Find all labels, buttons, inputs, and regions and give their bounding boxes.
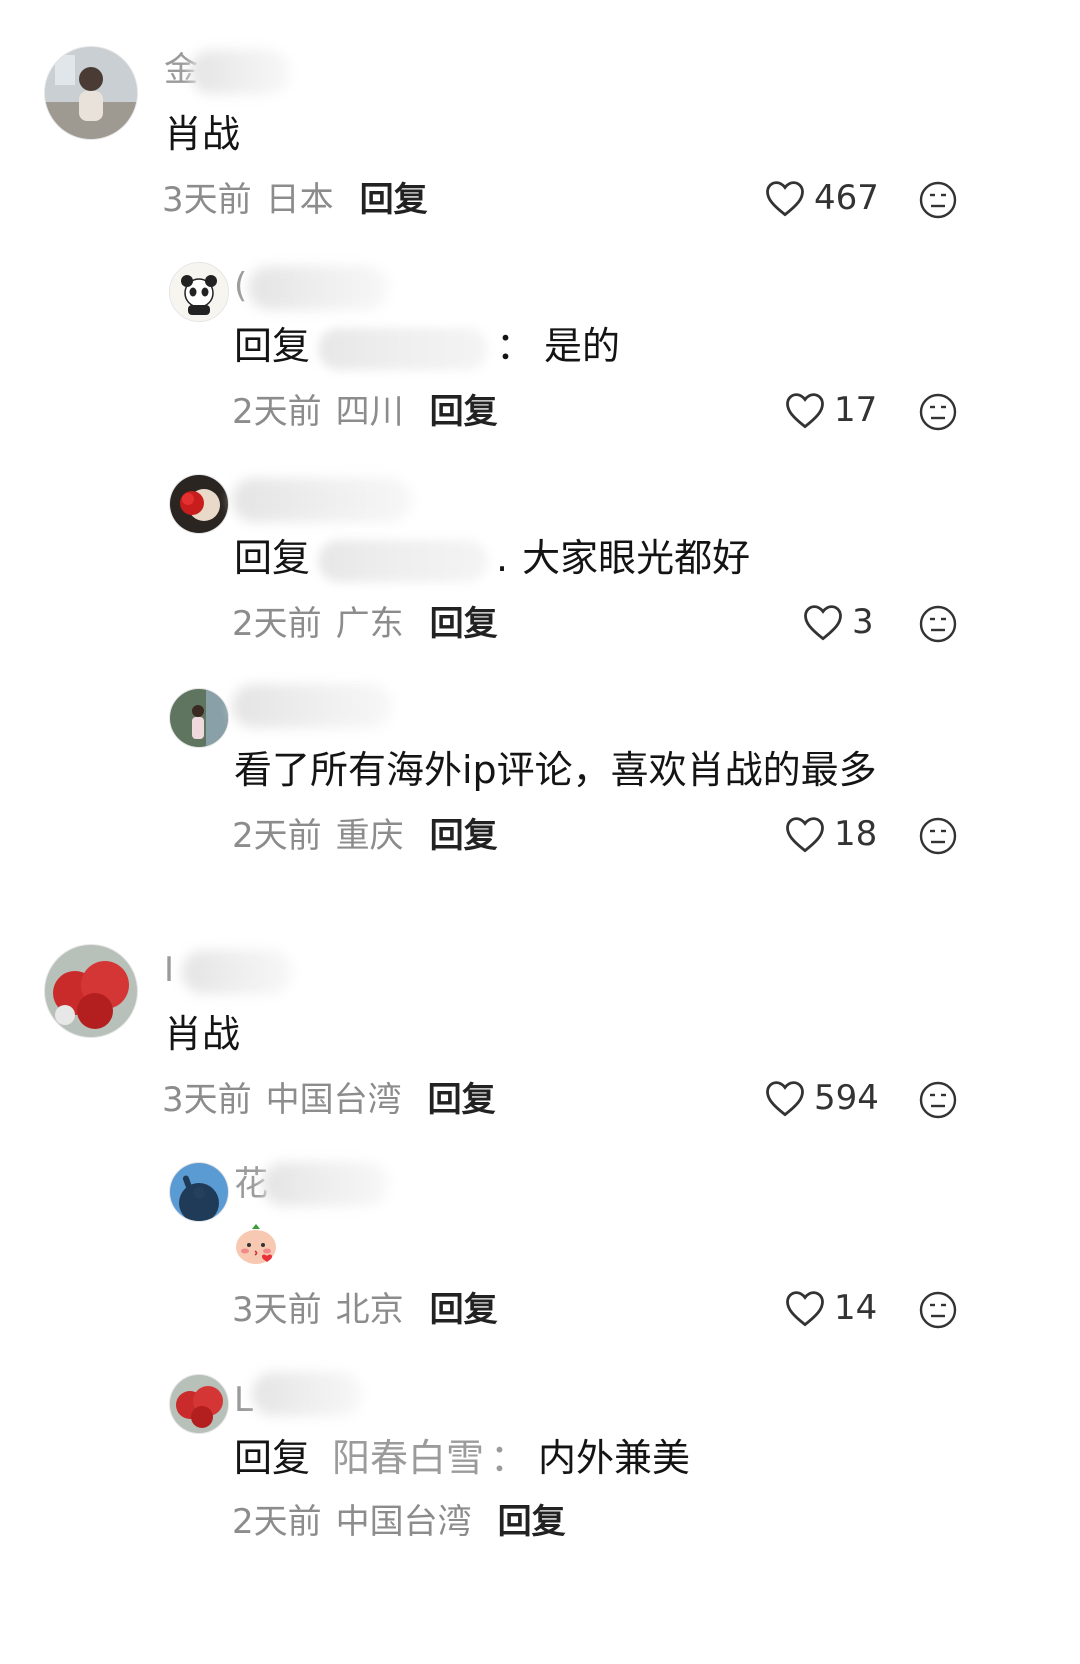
comment-location: 重庆: [335, 816, 404, 856]
comment-time: 2天前: [232, 392, 322, 432]
reply-button[interactable]: 回复: [360, 180, 428, 220]
reply-target-blurred[interactable]: [318, 327, 489, 370]
avatar[interactable]: [169, 1374, 229, 1434]
comment-meta: 2天前 中国台湾 回复: [232, 1500, 566, 1544]
comment-text: 大家眼光都好: [522, 536, 751, 580]
neutral-face-icon[interactable]: [918, 392, 958, 432]
like-button[interactable]: 594: [764, 1078, 879, 1118]
like-button[interactable]: 14: [784, 1288, 877, 1328]
username-initial: (: [234, 266, 248, 306]
comment-location: 中国台湾: [335, 1502, 472, 1542]
reply-button[interactable]: 回复: [430, 816, 498, 856]
neutral-face-icon[interactable]: [918, 1080, 958, 1120]
reply-button[interactable]: 回复: [498, 1502, 566, 1542]
like-count: 594: [814, 1078, 879, 1118]
neutral-face-icon[interactable]: [918, 1290, 958, 1330]
comment-meta: 3天前 北京 回复: [232, 1288, 498, 1332]
comment-text: 是的: [544, 324, 621, 368]
like-button[interactable]: 17: [784, 390, 877, 430]
reply-button[interactable]: 回复: [430, 392, 498, 432]
username-blurred: [262, 1162, 388, 1206]
heart-outline-icon: [766, 181, 804, 217]
neutral-face-icon[interactable]: [918, 180, 958, 220]
username-blurred: [248, 266, 388, 310]
kiss-emoji: [236, 1224, 276, 1264]
comment-time: 3天前: [232, 1290, 322, 1330]
reply-target-blurred[interactable]: [318, 539, 489, 582]
heart-outline-icon: [804, 605, 842, 641]
like-button[interactable]: 18: [784, 814, 877, 854]
username-initial: L: [234, 1380, 253, 1420]
like-button[interactable]: 3: [802, 602, 874, 642]
username-blurred: [190, 50, 290, 94]
comment-text: 内外兼美: [538, 1436, 691, 1480]
like-count: 18: [834, 814, 878, 854]
comment-location: 中国台湾: [265, 1080, 402, 1120]
like-count: 17: [834, 390, 878, 430]
comment-time: 2天前: [232, 816, 322, 856]
reply-text: 回复 阳春白雪：内外兼美: [234, 1434, 690, 1482]
heart-outline-icon: [786, 393, 824, 429]
comment-meta: 2天前 广东 回复: [232, 602, 498, 646]
reply-separator: ：: [490, 1436, 529, 1480]
avatar[interactable]: [44, 46, 138, 140]
like-count: 467: [814, 178, 879, 218]
reply-button[interactable]: 回复: [428, 1080, 496, 1120]
neutral-face-icon[interactable]: [918, 604, 958, 644]
comment-text: 肖战: [164, 1012, 241, 1056]
avatar[interactable]: [169, 688, 229, 748]
reply-text: 回复. 大家眼光都好: [234, 534, 750, 582]
reply-separator: .: [496, 536, 509, 580]
comment-location: 四川: [335, 392, 404, 432]
reply-prefix: 回复: [234, 1436, 311, 1480]
comment-location: 广东: [335, 604, 404, 644]
like-count: 3: [852, 602, 874, 642]
comment-meta: 2天前 四川 回复: [232, 390, 498, 434]
comment-meta: 3天前 中国台湾 回复: [162, 1078, 496, 1122]
heart-outline-icon: [786, 1291, 824, 1327]
avatar[interactable]: [169, 1162, 229, 1222]
reply-target[interactable]: 阳春白雪: [332, 1436, 484, 1480]
comment-time: 3天前: [162, 180, 252, 220]
reply-prefix: 回复: [234, 536, 311, 580]
username-blurred: [232, 478, 412, 522]
comment-time: 2天前: [232, 1502, 322, 1542]
avatar[interactable]: [169, 474, 229, 534]
comment-time: 3天前: [162, 1080, 252, 1120]
username-initial: I: [164, 950, 175, 990]
reply-button[interactable]: 回复: [430, 1290, 498, 1330]
reply-button[interactable]: 回复: [430, 604, 498, 644]
reply-separator: ：: [496, 324, 535, 368]
username-blurred: [232, 684, 392, 728]
avatar[interactable]: [44, 944, 138, 1038]
like-button[interactable]: 467: [764, 178, 879, 218]
heart-outline-icon: [766, 1081, 804, 1117]
comment-time: 2天前: [232, 604, 322, 644]
comment-meta: 2天前 重庆 回复: [232, 814, 498, 858]
comment-text: 肖战: [164, 112, 241, 156]
like-count: 14: [834, 1288, 878, 1328]
neutral-face-icon[interactable]: [918, 816, 958, 856]
comment-location: 日本: [265, 180, 334, 220]
heart-outline-icon: [786, 817, 824, 853]
reply-text: 回复 ：是的: [234, 322, 620, 370]
avatar[interactable]: [169, 262, 229, 322]
username-blurred: [252, 1372, 362, 1416]
comment-location: 北京: [335, 1290, 404, 1330]
reply-prefix: 回复: [234, 324, 311, 368]
username-blurred: [182, 950, 292, 994]
comment-text: 看了所有海外ip评论，喜欢肖战的最多: [234, 748, 877, 792]
comment-meta: 3天前 日本 回复: [162, 178, 428, 222]
